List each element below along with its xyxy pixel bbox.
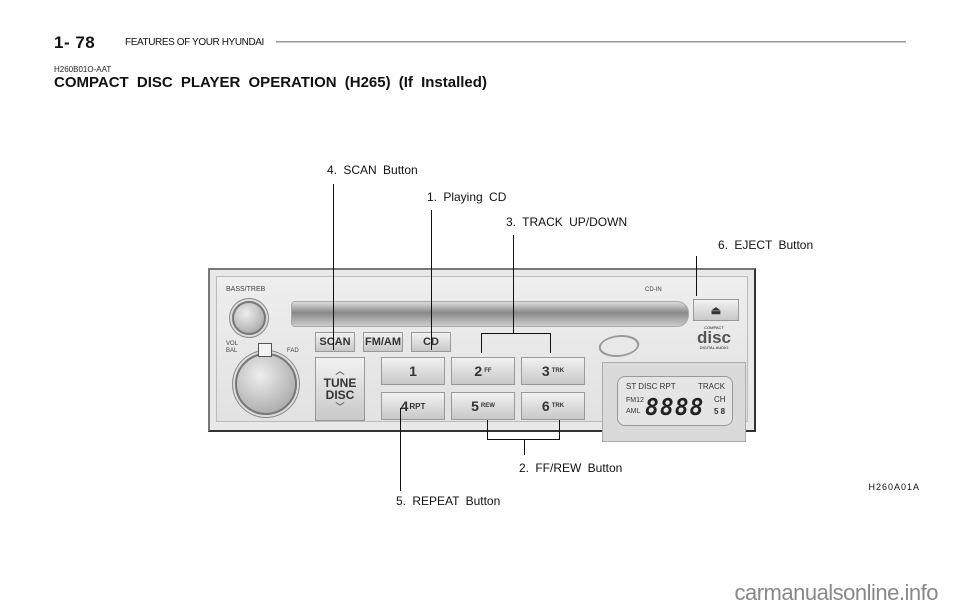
cd-in-label: CD-IN bbox=[645, 287, 662, 293]
bass-treb-knob[interactable] bbox=[232, 301, 266, 335]
preset-button-3-track-up[interactable]: 3 TRK bbox=[521, 357, 585, 385]
vol-label: VOL bbox=[226, 341, 239, 347]
bal-label: BAL bbox=[226, 348, 238, 354]
lcd-status: ST DISC RPT bbox=[626, 382, 676, 391]
preset-sub: REW bbox=[480, 403, 495, 409]
preset-number: 5 bbox=[471, 398, 479, 414]
knob-indicator bbox=[258, 343, 272, 357]
callout-playing-cd: 1. Playing CD bbox=[427, 190, 507, 204]
figure-id: H260A01A bbox=[868, 482, 920, 492]
section-title: COMPACT DISC PLAYER OPERATION (H265) (If… bbox=[54, 74, 487, 91]
preset-button-2-ff[interactable]: 2 FF bbox=[451, 357, 515, 385]
bracket-track-right bbox=[550, 333, 551, 353]
compact-disc-logo: COMPACT disc DIGITAL AUDIO bbox=[689, 325, 739, 350]
bass-treb-label: BASS/TREB bbox=[226, 286, 266, 293]
eject-icon: ⏏ bbox=[710, 304, 722, 317]
volume-knob[interactable] bbox=[235, 353, 297, 415]
preset-button-1[interactable]: 1 bbox=[381, 357, 445, 385]
header-rule bbox=[276, 41, 906, 43]
cd-radio-unit: BASS/TREB VOL BAL FAD CD-IN ⏏ SCAN FM/AM… bbox=[208, 268, 756, 442]
page-number: 1- 78 bbox=[54, 33, 96, 52]
preset-button-5-rew[interactable]: 5 REW bbox=[451, 392, 515, 420]
lcd-am: AML bbox=[626, 408, 641, 415]
callout-track: 3. TRACK UP/DOWN bbox=[506, 215, 628, 229]
lcd-fm: FM12 bbox=[626, 397, 644, 404]
lcd-track: TRACK bbox=[698, 382, 726, 391]
lcd-display: ST DISC RPT TRACK FM12 AML 8888 CH 5 8 bbox=[617, 376, 733, 426]
section-name: FEATURES OF YOUR HYUNDAI bbox=[125, 37, 264, 48]
eject-button[interactable]: ⏏ bbox=[693, 299, 739, 321]
down-chevron-icon: ﹀ bbox=[335, 402, 345, 412]
fad-label: FAD bbox=[287, 348, 299, 354]
lcd-ch: CH bbox=[714, 395, 726, 404]
preset-sub: TRK bbox=[551, 368, 565, 374]
preset-number: 1 bbox=[409, 363, 417, 379]
leader-line-cd bbox=[431, 210, 432, 350]
leader-line-eject bbox=[696, 256, 697, 296]
bracket-ffrew-right bbox=[559, 420, 560, 439]
lcd-digits: 8888 bbox=[645, 395, 705, 421]
preset-sub: RPT bbox=[409, 401, 426, 411]
bracket-ffrew-left bbox=[487, 420, 488, 439]
callout-ff-rew: 2. FF/REW Button bbox=[519, 461, 623, 475]
leader-line-ffrew bbox=[524, 439, 525, 455]
leader-line-repeat bbox=[400, 408, 401, 491]
bracket-track-left bbox=[481, 333, 482, 353]
preset-number: 6 bbox=[541, 398, 550, 414]
cd-slot[interactable] bbox=[291, 301, 689, 327]
fm-am-button[interactable]: FM/AM bbox=[363, 332, 403, 352]
lcd-small: 5 8 bbox=[714, 407, 726, 416]
preset-sub: FF bbox=[484, 368, 492, 374]
disc-logo-text: disc bbox=[696, 328, 732, 347]
callout-scan: 4. SCAN Button bbox=[327, 163, 418, 177]
scan-button[interactable]: SCAN bbox=[315, 332, 355, 352]
leader-line-track bbox=[513, 235, 514, 333]
tune-disc-button[interactable]: ︿ TUNE DISC ﹀ bbox=[315, 357, 365, 421]
display-frame: ST DISC RPT TRACK FM12 AML 8888 CH 5 8 bbox=[602, 362, 746, 442]
callout-repeat: 5. REPEAT Button bbox=[396, 494, 501, 508]
callout-eject: 6. EJECT Button bbox=[718, 238, 814, 252]
preset-number: 4 bbox=[400, 398, 409, 414]
preset-number: 3 bbox=[541, 363, 550, 379]
watermark: carmanualsonline.info bbox=[734, 580, 938, 605]
hyundai-logo-icon bbox=[596, 335, 642, 357]
preset-button-6-track-down[interactable]: 6 TRK bbox=[521, 392, 585, 420]
leader-line-scan bbox=[333, 184, 334, 350]
section-code: H260B01O-AAT bbox=[54, 65, 112, 74]
bracket-track bbox=[481, 333, 551, 334]
preset-button-4-rpt[interactable]: 4 RPT bbox=[381, 392, 445, 420]
disc-label: DISC bbox=[325, 388, 355, 402]
preset-number: 2 bbox=[474, 363, 483, 379]
preset-sub: TRK bbox=[551, 403, 565, 409]
